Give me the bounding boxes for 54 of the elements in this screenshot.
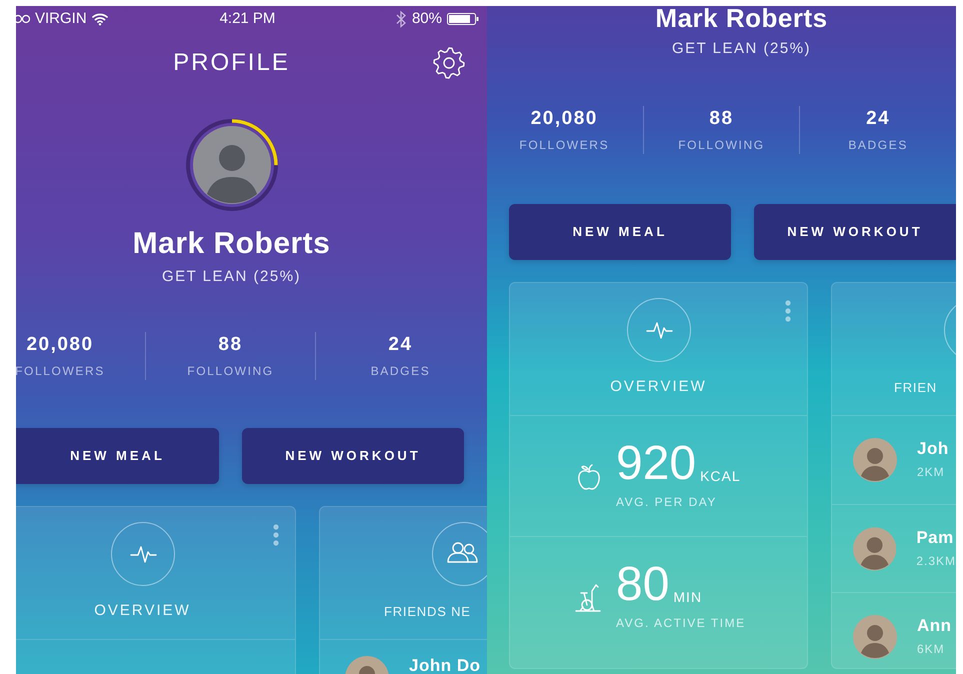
screen-title: PROFILE xyxy=(173,48,290,78)
goal-label: GET LEAN (25%) xyxy=(672,40,812,57)
friend-avatar xyxy=(853,614,897,658)
stat-label: FOLLOWERS xyxy=(519,137,610,154)
friend-avatar xyxy=(345,656,389,674)
settings-icon[interactable] xyxy=(433,47,465,79)
metric-value: 920 xyxy=(616,441,696,487)
stat-value: 24 xyxy=(388,333,413,357)
heart-rate-icon xyxy=(626,298,690,362)
action-button[interactable]: NEW MEAL xyxy=(509,204,731,260)
heart-rate-icon xyxy=(110,522,174,586)
bluetooth-icon xyxy=(394,10,407,28)
friend-distance: 2KM xyxy=(917,464,945,481)
stat-label: FOLLOWING xyxy=(187,363,274,380)
stat-value: 20,080 xyxy=(26,333,94,357)
more-options-icon[interactable] xyxy=(785,300,791,322)
stat-value: 88 xyxy=(218,333,243,357)
card-title: OVERVIEW xyxy=(94,602,191,620)
friend-avatar xyxy=(853,526,896,570)
stat-value: 24 xyxy=(866,107,890,131)
metric-unit: MIN xyxy=(673,588,702,606)
metric-value: 80 xyxy=(616,562,670,608)
action-button[interactable]: NEW WORKOUT xyxy=(754,204,956,260)
battery-percent: 80% xyxy=(412,8,442,29)
profile-name: Mark Roberts xyxy=(132,227,330,260)
stat-label: BADGES xyxy=(370,363,430,380)
stat-value: 20,080 xyxy=(530,107,598,131)
signal-dots-icon xyxy=(16,13,30,25)
profile-name: Mark Roberts xyxy=(655,6,828,33)
stat-label: BADGES xyxy=(848,137,908,154)
action-button[interactable]: NEW WORKOUT xyxy=(242,428,464,484)
friend-name: Joh xyxy=(917,439,949,459)
friend-name: Pam xyxy=(916,528,954,548)
friend-distance: 6KM xyxy=(917,640,945,658)
card-title: OVERVIEW xyxy=(610,378,707,396)
stat-value: 88 xyxy=(709,107,734,131)
stat-label: FOLLOWERS xyxy=(16,363,105,380)
friend-name: John Do xyxy=(409,656,480,674)
friend-distance: 2.3KM xyxy=(916,552,956,570)
battery-icon xyxy=(447,13,479,25)
carrier-name: VIRGIN xyxy=(35,8,87,29)
card-title: FRIENDS NE xyxy=(384,603,471,621)
friend-name: Ann xyxy=(917,616,952,636)
card-title: FRIEN xyxy=(894,379,937,397)
metric-unit: KCAL xyxy=(700,467,741,486)
stat-label: FOLLOWING xyxy=(678,137,765,154)
metric-caption: AVG. PER DAY xyxy=(616,494,717,511)
status-time: 4:21 PM xyxy=(220,8,276,29)
wifi-icon xyxy=(92,12,108,26)
goal-label: GET LEAN (25%) xyxy=(162,268,302,285)
action-button[interactable]: NEW MEAL xyxy=(16,428,219,484)
more-options-icon[interactable] xyxy=(273,524,279,546)
friend-avatar xyxy=(853,438,897,482)
metric-caption: AVG. ACTIVE TIME xyxy=(616,614,746,632)
